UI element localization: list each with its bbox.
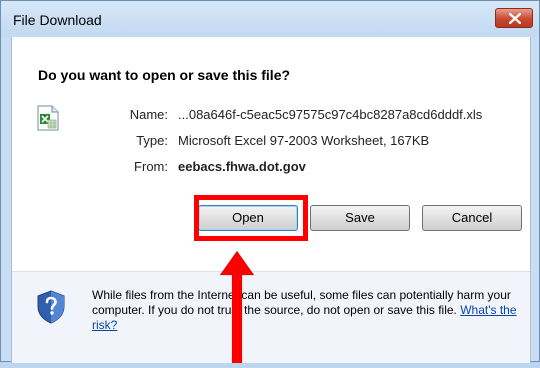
dialog-title: File Download (13, 12, 102, 28)
file-name-row: Name: ...08a646f-c5eac5c97575c97c4bc8287… (12, 107, 530, 125)
warning-text: While files from the Internet can be use… (92, 288, 511, 317)
warning-message: While files from the Internet can be use… (92, 288, 522, 333)
dialog-body: Do you want to open or save this file? N… (11, 37, 531, 363)
type-value: Microsoft Excel 97-2003 Worksheet, 167KB (178, 133, 430, 148)
from-value: eebacs.fhwa.dot.gov (178, 159, 306, 174)
file-source-row: From: eebacs.fhwa.dot.gov (12, 159, 530, 177)
type-label: Type: (136, 133, 168, 148)
from-label: From: (134, 159, 168, 174)
open-button-highlight (194, 195, 308, 241)
security-shield-icon (36, 290, 66, 329)
file-type-row: Type: Microsoft Excel 97-2003 Worksheet,… (12, 133, 530, 151)
red-arrow-up-icon (219, 250, 255, 368)
close-button[interactable] (495, 8, 533, 28)
close-icon (509, 13, 521, 24)
name-value: ...08a646f-c5eac5c97575c97c4bc8287a8cd6d… (178, 107, 483, 122)
name-label: Name: (129, 107, 168, 122)
file-download-dialog: File Download Do you want to open or sav… (0, 0, 540, 364)
dialog-question: Do you want to open or save this file? (38, 67, 291, 83)
security-warning: While files from the Internet can be use… (12, 272, 530, 363)
cancel-button[interactable]: Cancel (422, 205, 522, 231)
save-button[interactable]: Save (310, 205, 410, 231)
title-bar[interactable]: File Download (1, 1, 539, 37)
